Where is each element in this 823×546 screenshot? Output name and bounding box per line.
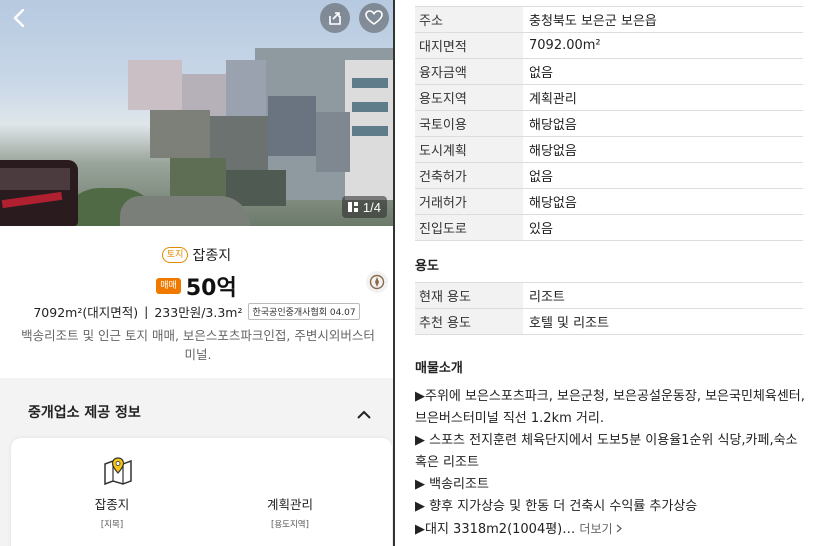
pixelation-block <box>226 60 266 116</box>
unit-price: 233만원/3.3m² <box>154 305 243 320</box>
listing-photo[interactable]: 1/4 <box>0 0 393 226</box>
row-key: 도시계획 <box>415 136 523 163</box>
listing-description: 백송리조트 및 인근 토지 매매, 보은스포츠파크인접, 주변시외버스터미널. <box>21 328 375 362</box>
intro-line-last: ▶대지 3318m2(1004평)… 더보기 <box>415 518 809 541</box>
building-window <box>352 126 388 136</box>
table-row: 추천 용도 호텔 및 리조트 <box>415 308 803 335</box>
pixelation-block <box>150 110 210 158</box>
table-row: 진입도로 있음 <box>415 214 803 241</box>
intro-line: ▶ 백송리조트 <box>415 477 489 492</box>
broker-info-card: 잡종지 [지목] 계획관리 [용도지역] <box>11 438 392 546</box>
intro-line: ▶대지 3318m2(1004평)… <box>415 522 576 537</box>
row-value: 없음 <box>523 58 803 85</box>
heart-icon[interactable] <box>359 3 389 33</box>
price-row: 매매 50억 <box>0 270 393 302</box>
row-value: 호텔 및 리조트 <box>523 308 803 335</box>
more-link[interactable]: 더보기 <box>579 522 623 536</box>
zoning-value: 계획관리 <box>266 497 313 512</box>
more-label: 더보기 <box>579 522 613 536</box>
row-value: 해당없음 <box>523 136 803 163</box>
pixelation-block <box>170 158 226 198</box>
listing-summary: 토지 잡종지 매매 50억 7092m²(대지면적) | 233만원/3.3m²… <box>0 226 393 378</box>
details-table: 주소 충청북도 보은군 보은읍 대지면적 7092.00m² 융자금액 없음 용도지역… <box>415 6 803 241</box>
photo-counter[interactable]: 1/4 <box>341 196 387 218</box>
table-row: 대지면적 7092.00m² <box>415 32 803 59</box>
intro-line: ▶주위에 보은스포츠파크, 보은군청, 보은공설운동장, 보은국민체육센터, 브… <box>415 389 805 426</box>
intro-section-title: 매물소개 <box>415 361 463 376</box>
row-value: 리조트 <box>523 282 803 309</box>
row-key: 진입도로 <box>415 214 523 241</box>
table-row: 주소 충청북도 보은군 보은읍 <box>415 6 803 33</box>
usage-table: 현재 용도 리조트 추천 용도 호텔 및 리조트 <box>415 282 803 335</box>
zoning-cell: 계획관리 [용도지역] <box>195 438 385 546</box>
broker-section-header[interactable]: 중개업소 제공 정보 <box>0 380 393 434</box>
land-category-label: [지목] <box>100 520 124 530</box>
pixelation-block <box>128 60 182 110</box>
row-key: 현재 용도 <box>415 282 523 309</box>
table-row: 융자금액 없음 <box>415 58 803 85</box>
row-key: 주소 <box>415 6 523 33</box>
gallery-icon <box>347 200 358 215</box>
row-value: 해당없음 <box>523 188 803 215</box>
separator: | <box>144 304 149 319</box>
building-window <box>352 102 388 112</box>
back-arrow-icon[interactable] <box>8 6 30 30</box>
row-value: 해당없음 <box>523 110 803 137</box>
zoning-label: [용도지역] <box>271 520 309 530</box>
association-badge: 한국공인중개사협회 04.07 <box>248 303 360 320</box>
table-row: 용도지역 계획관리 <box>415 84 803 111</box>
row-key: 추천 용도 <box>415 308 523 335</box>
row-key: 건축허가 <box>415 162 523 189</box>
compass-icon[interactable] <box>366 271 388 293</box>
intro-line: ▶ 스포츠 전지훈련 체육단지에서 도보5분 이용율1순위 식당,카페,숙소 혹… <box>415 433 798 470</box>
row-value: 7092.00m² <box>523 32 803 59</box>
row-key: 용도지역 <box>415 84 523 111</box>
land-category-cell: 잡종지 [지목] <box>17 438 207 546</box>
rocks-shape <box>120 196 250 226</box>
building-window <box>352 78 388 88</box>
sale-tag: 매매 <box>156 278 181 294</box>
chevron-up-icon[interactable] <box>357 404 371 423</box>
table-row: 도시계획 해당없음 <box>415 136 803 163</box>
row-key: 국토이용 <box>415 110 523 137</box>
pixelation-block <box>268 96 316 156</box>
land-area: 7092m²(대지면적) <box>33 305 139 320</box>
broker-section-title: 중개업소 제공 정보 <box>28 405 141 421</box>
row-key: 대지면적 <box>415 32 523 59</box>
price: 50억 <box>185 276 237 301</box>
details-panel: 주소 충청북도 보은군 보은읍 대지면적 7092.00m² 융자금액 없음 용도지역… <box>397 0 823 546</box>
row-key: 융자금액 <box>415 58 523 85</box>
area-row: 7092m²(대지면적) | 233만원/3.3m² 한국공인중개사협회 04.… <box>0 302 393 321</box>
table-row: 현재 용도 리조트 <box>415 282 803 309</box>
chevron-right-icon <box>616 522 623 536</box>
land-type: 잡종지 <box>192 248 232 264</box>
land-category-value: 잡종지 <box>94 497 130 512</box>
usage-section-title: 용도 <box>415 259 439 274</box>
intro-line: ▶ 향후 지가상승 및 한동 더 건축시 수익률 추가상승 <box>415 499 698 514</box>
bus-window <box>0 168 70 190</box>
table-row: 거래허가 해당없음 <box>415 188 803 215</box>
pixelation-block <box>316 112 350 172</box>
table-row: 국토이용 해당없음 <box>415 110 803 137</box>
map-pin-icon <box>103 456 133 490</box>
listing-panel: 1/4 토지 잡종지 매매 50억 7092m²(대지면적) | 233만원/3… <box>0 0 395 546</box>
row-value: 없음 <box>523 162 803 189</box>
intro-body: ▶주위에 보은스포츠파크, 보은군청, 보은공설운동장, 보은국민체육센터, 브… <box>415 386 809 541</box>
land-tag: 토지 <box>161 247 189 263</box>
row-value: 계획관리 <box>523 84 803 111</box>
type-row: 토지 잡종지 <box>0 245 393 265</box>
row-value: 있음 <box>523 214 803 241</box>
row-key: 거래허가 <box>415 188 523 215</box>
row-value: 충청북도 보은군 보은읍 <box>523 6 803 33</box>
table-row: 건축허가 없음 <box>415 162 803 189</box>
photo-counter-text: 1/4 <box>362 199 381 215</box>
share-icon[interactable] <box>320 3 350 33</box>
